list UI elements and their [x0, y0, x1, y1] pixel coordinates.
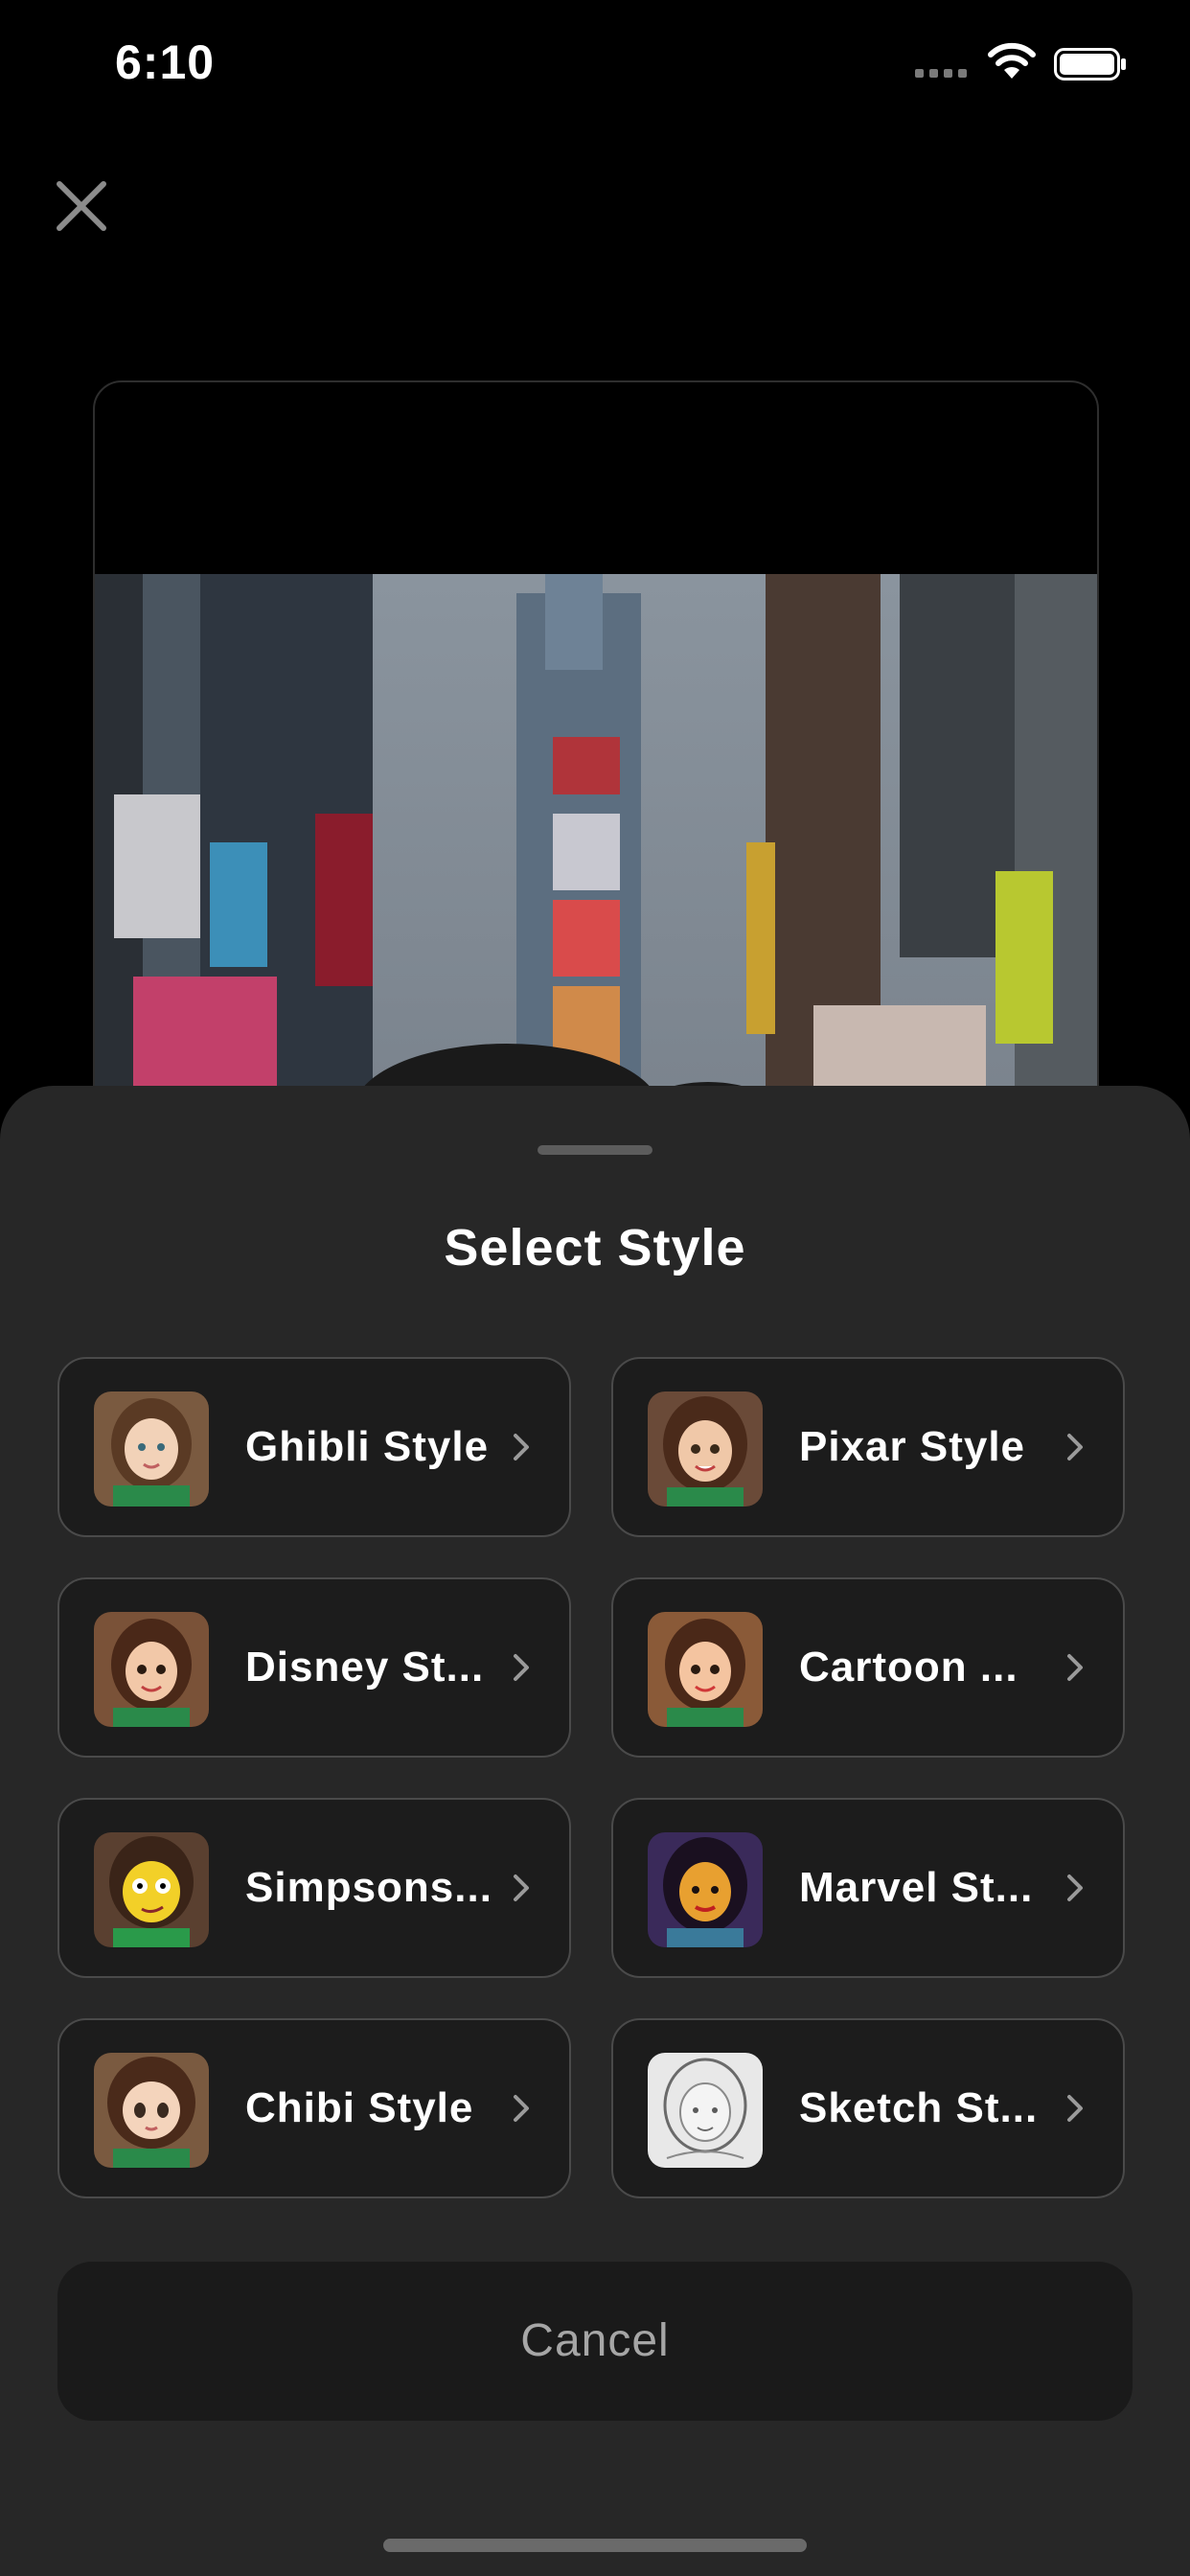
chibi-avatar-icon	[94, 2053, 209, 2168]
battery-icon	[1054, 48, 1126, 80]
chevron-right-icon	[514, 1434, 529, 1460]
close-icon[interactable]	[48, 172, 115, 240]
style-label: Sketch St...	[799, 2084, 1039, 2131]
style-option-marvel[interactable]: Marvel St...	[611, 1798, 1125, 1978]
chevron-right-icon	[514, 1874, 529, 1901]
cancel-label: Cancel	[520, 2315, 670, 2366]
home-indicator	[383, 2539, 807, 2552]
style-option-sketch[interactable]: Sketch St...	[611, 2018, 1125, 2198]
chevron-right-icon	[1067, 1874, 1083, 1901]
chevron-right-icon	[514, 1654, 529, 1681]
cartoon-avatar-icon	[648, 1612, 763, 1727]
marvel-avatar-icon	[648, 1832, 763, 1947]
sketch-avatar-icon	[648, 2053, 763, 2168]
style-option-disney[interactable]: Disney St...	[57, 1577, 571, 1758]
status-time: 6:10	[115, 35, 216, 89]
style-label: Cartoon ...	[799, 1644, 1018, 1690]
style-grid: Ghibli Style Pixar Style Disney St... Ca…	[57, 1357, 1133, 2200]
style-option-pixar[interactable]: Pixar Style	[611, 1357, 1125, 1537]
sheet-grabber[interactable]	[538, 1145, 652, 1155]
style-label: Ghibli Style	[245, 1423, 490, 1470]
sheet-title: Select Style	[444, 1219, 746, 1276]
style-label: Chibi Style	[245, 2084, 474, 2131]
style-option-simpsons[interactable]: Simpsons...	[57, 1798, 571, 1978]
cancel-button[interactable]: Cancel	[57, 2262, 1133, 2421]
style-label: Pixar Style	[799, 1423, 1026, 1470]
chevron-right-icon	[1067, 1434, 1083, 1460]
wifi-icon	[988, 42, 1036, 79]
style-label: Simpsons...	[245, 1864, 492, 1911]
simpsons-avatar-icon	[94, 1832, 209, 1947]
style-option-ghibli[interactable]: Ghibli Style	[57, 1357, 571, 1537]
style-label: Marvel St...	[799, 1864, 1034, 1911]
style-option-cartoon[interactable]: Cartoon ...	[611, 1577, 1125, 1758]
chevron-right-icon	[1067, 1654, 1083, 1681]
style-label: Disney St...	[245, 1644, 485, 1690]
cellular-signal-icon	[915, 59, 973, 78]
pixar-avatar-icon	[648, 1392, 763, 1506]
chevron-right-icon	[514, 2095, 529, 2122]
disney-avatar-icon	[94, 1612, 209, 1727]
status-bar: 6:10	[0, 0, 1190, 134]
style-option-chibi[interactable]: Chibi Style	[57, 2018, 571, 2198]
chevron-right-icon	[1067, 2095, 1083, 2122]
ghibli-avatar-icon	[94, 1392, 209, 1506]
style-bottom-sheet: Select Style Ghibli Style Pixar Style Di…	[0, 1086, 1190, 2576]
